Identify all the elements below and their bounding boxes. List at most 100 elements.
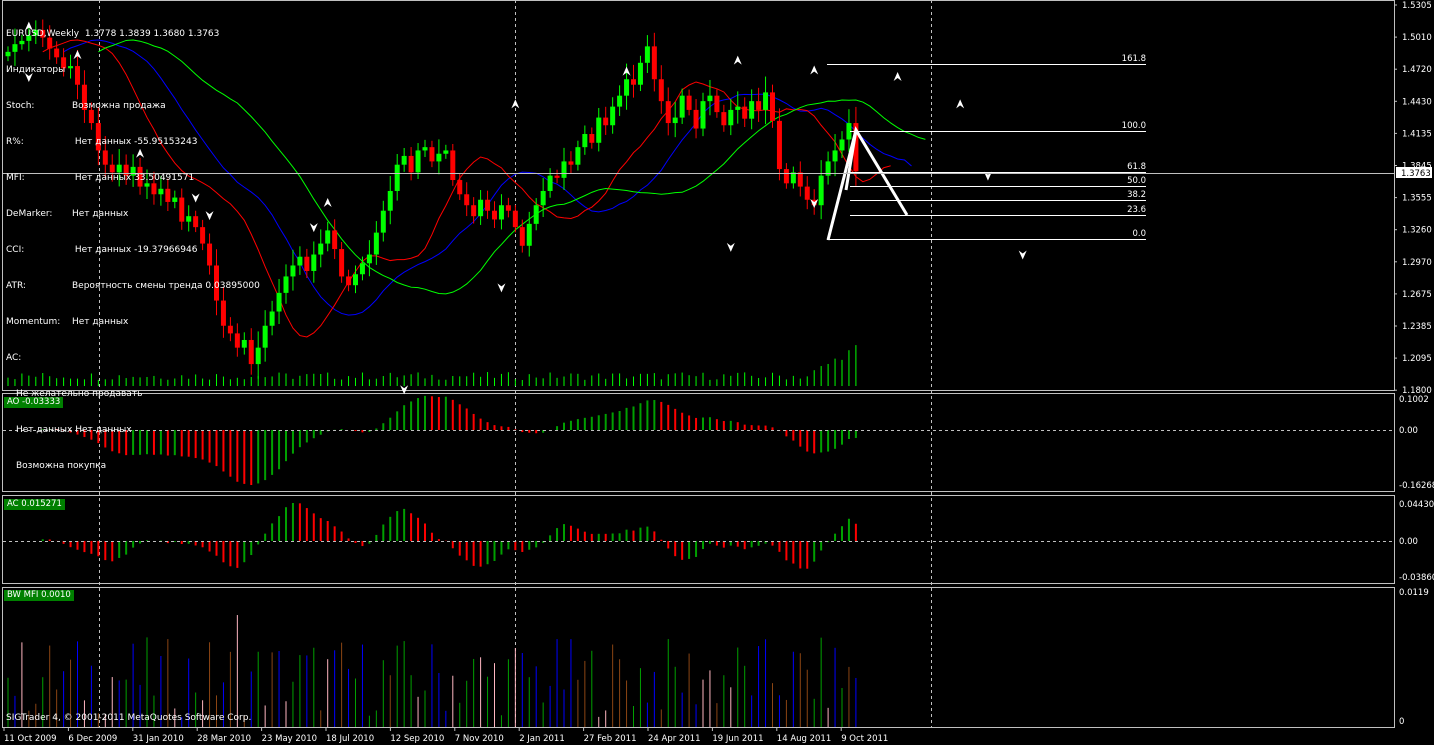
candle-body xyxy=(575,147,581,165)
candle-body xyxy=(346,276,352,286)
candle-body xyxy=(339,249,345,277)
candle-body xyxy=(415,150,421,173)
time-tick-label: 27 Feb 2011 xyxy=(584,734,637,744)
price-tick-label: 1.2385 xyxy=(1402,322,1432,332)
bwmfi-label: BW MFI 0.0010 xyxy=(4,590,74,601)
candle-body xyxy=(839,139,845,151)
candle-body xyxy=(380,210,386,233)
candle-body xyxy=(790,172,796,184)
fractal-up-icon xyxy=(733,55,742,65)
candle-body xyxy=(776,120,782,170)
fractal-up-icon xyxy=(323,198,332,208)
info-row-demarker: DeMarker: Нет данных xyxy=(6,209,129,219)
fibonacci-retracement: 161.8 100.0 61.8 50.0 38.2 23.6 0.0 xyxy=(827,54,1146,240)
candle-body xyxy=(644,46,650,63)
price-tick-label: 1.2095 xyxy=(1402,354,1432,364)
info-row-momentum: Momentum: Нет данных xyxy=(6,317,129,327)
fib-level-label: 23.6 xyxy=(1127,205,1146,215)
candle-body xyxy=(700,101,706,129)
time-tick-label: 24 Apr 2011 xyxy=(648,734,701,744)
ac-pane[interactable] xyxy=(2,495,1395,584)
candle-body xyxy=(832,150,838,162)
candle-body xyxy=(637,62,643,85)
ao-tick-bottom: -0.16268 xyxy=(1399,481,1434,491)
bwmfi-tick-top: 0.0119 xyxy=(1399,588,1429,598)
candle-body xyxy=(485,199,491,211)
fib-level-label: 161.8 xyxy=(1122,54,1146,64)
candle-body xyxy=(589,134,595,143)
candle-body xyxy=(262,325,268,348)
ao-label: AO -0.03333 xyxy=(4,397,64,408)
candle-body xyxy=(408,155,414,173)
info-row-atr: ATR: Вероятность смены тренда 0.03895000 xyxy=(6,281,260,291)
time-tick-label: 31 Jan 2010 xyxy=(133,734,184,744)
price-tick-label: 1.4135 xyxy=(1402,129,1432,139)
candle-body xyxy=(526,223,532,246)
candle-body xyxy=(394,164,400,191)
price-tick-label: 1.4430 xyxy=(1402,97,1432,107)
fractal-down-icon xyxy=(726,242,735,252)
info-row-mfi: MFI: Нет данных 33.50491571 xyxy=(6,173,195,183)
candle-body xyxy=(617,95,623,107)
candle-body xyxy=(714,95,720,113)
info-row-r: R%: Нет данных -55.95153243 xyxy=(6,137,198,147)
time-tick-label: 14 Aug 2011 xyxy=(777,734,831,744)
ac-histogram xyxy=(41,503,857,569)
fib-level-label: 50.0 xyxy=(1127,176,1146,186)
candle-body xyxy=(735,106,741,110)
candle-body xyxy=(353,274,358,286)
candle-body xyxy=(359,263,365,275)
ac-tick-top: 0.04430 xyxy=(1399,500,1434,510)
ac-tick-zero: 0.00 xyxy=(1399,537,1418,547)
candle-body xyxy=(582,134,588,148)
time-tick-label: 9 Oct 2011 xyxy=(841,734,888,744)
candle-body xyxy=(651,46,657,80)
candle-body xyxy=(728,109,734,126)
info-row-cci: CCI: Нет данных -19.37966946 xyxy=(6,245,198,255)
candle-body xyxy=(366,254,372,264)
time-tick-label: 7 Nov 2010 xyxy=(455,734,504,744)
bwmfi-pane[interactable] xyxy=(2,587,1395,728)
candle-body xyxy=(401,155,407,165)
fractal-up-icon xyxy=(893,72,902,82)
time-tick-label: 11 Oct 2009 xyxy=(4,734,57,744)
candle-body xyxy=(631,79,636,85)
candle-body xyxy=(818,175,824,206)
fractal-up-icon xyxy=(511,99,520,109)
ao-tick-zero: 0.00 xyxy=(1399,426,1418,436)
ao-tick-top: 0.1002 xyxy=(1399,395,1429,405)
candle-body xyxy=(763,92,769,110)
candle-body xyxy=(540,190,546,206)
candle-body xyxy=(770,92,775,121)
candle-body xyxy=(561,161,567,178)
candle-body xyxy=(443,150,449,154)
info-row-ac: AC: xyxy=(6,353,22,363)
ac-tick-bottom: -0.03860 xyxy=(1399,573,1434,583)
time-tick-label: 19 Jun 2011 xyxy=(712,734,763,744)
candle-body xyxy=(332,230,338,250)
fractal-down-icon xyxy=(497,283,506,293)
price-tick-label: 1.3260 xyxy=(1402,226,1432,236)
candle-body xyxy=(568,161,574,165)
candle-body xyxy=(742,106,748,119)
time-tick-label: 28 Mar 2010 xyxy=(197,734,251,744)
candle-body xyxy=(304,256,310,271)
candle-body xyxy=(610,106,616,126)
candle-body xyxy=(658,79,664,102)
fib-level-label: 61.8 xyxy=(1127,162,1146,172)
candle-body xyxy=(387,190,393,211)
candle-body xyxy=(596,117,602,143)
fractal-down-icon xyxy=(400,385,409,395)
fractal-down-icon xyxy=(309,223,318,233)
candle-body xyxy=(436,153,442,162)
fractal-up-icon xyxy=(810,65,819,75)
candle-body xyxy=(283,276,289,293)
candle-body xyxy=(478,199,484,217)
fib-level-label: 38.2 xyxy=(1127,190,1146,200)
candle-body xyxy=(505,205,511,211)
price-tick-label: 1.2970 xyxy=(1402,258,1432,268)
candle-body xyxy=(804,186,810,200)
price-axis: 1.53051.50101.47201.44301.41351.38451.35… xyxy=(1394,1,1432,396)
candle-body xyxy=(554,175,560,178)
candle-body xyxy=(318,243,324,255)
